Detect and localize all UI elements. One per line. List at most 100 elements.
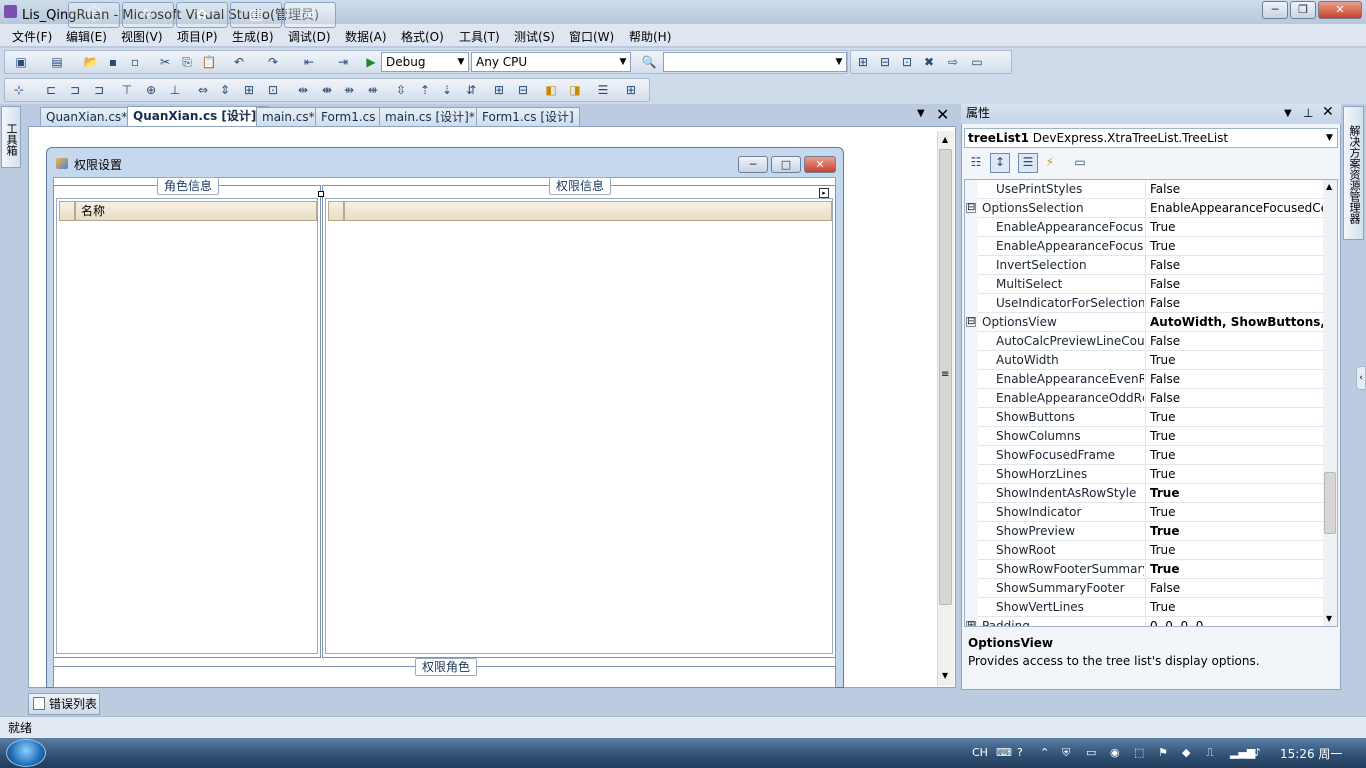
property-value[interactable]: AutoWidth, ShowButtons, Sh [1145, 313, 1323, 332]
tab-quanxian-cs[interactable]: QuanXian.cs* [40, 107, 134, 127]
property-value[interactable]: 0, 0, 0, 0 [1145, 617, 1323, 626]
scrollbar-thumb[interactable] [1324, 472, 1336, 534]
property-row[interactable]: ShowPreview True [965, 522, 1325, 541]
error-list-tab[interactable]: 错误列表 [28, 693, 100, 715]
undo-icon[interactable]: ↶ [231, 54, 247, 70]
property-row[interactable]: ShowFocusedFrame True [965, 446, 1325, 465]
categorized-icon[interactable]: ☷ [968, 154, 984, 170]
vertical-spacing-icon[interactable]: ⇳ [393, 82, 409, 98]
menu-tools[interactable]: 工具(T) [459, 28, 500, 45]
properties-view-icon[interactable]: ☰ [1018, 153, 1038, 173]
volume-icon[interactable]: ♪ [1254, 746, 1261, 759]
align-to-grid-icon[interactable]: ⊹ [11, 82, 27, 98]
role-treelist[interactable]: 名称 [56, 198, 318, 654]
property-row[interactable]: ShowHorzLines True [965, 465, 1325, 484]
close-document-icon[interactable]: ✕ [936, 105, 949, 124]
ime-indicator[interactable]: CH [972, 746, 988, 759]
bring-to-front-icon[interactable]: ◧ [543, 82, 559, 98]
align-lefts-icon[interactable]: ⊏ [43, 82, 59, 98]
start-page-icon[interactable]: ⇨ [945, 54, 961, 70]
property-row[interactable]: UsePrintStyles False [965, 180, 1325, 199]
menu-build[interactable]: 生成(B) [232, 28, 274, 45]
property-value[interactable]: True [1145, 503, 1323, 522]
decrease-h-spacing-icon[interactable]: ⇻ [341, 82, 357, 98]
collapse-icon[interactable]: ⊟ [966, 203, 976, 213]
lock-controls-icon[interactable]: ⊞ [623, 82, 639, 98]
scroll-up-icon[interactable]: ▲ [1326, 182, 1332, 191]
chevron-down-icon[interactable]: ▼ [616, 53, 630, 71]
scroll-up-icon[interactable]: ▲ [942, 135, 948, 144]
make-same-size-icon[interactable]: ⊞ [241, 82, 257, 98]
ie-taskbar-icon[interactable]: ⓔ [68, 2, 120, 28]
property-row[interactable]: ShowIndicator True [965, 503, 1325, 522]
pin-icon[interactable]: ⊥ [1303, 104, 1313, 123]
property-value[interactable]: True [1145, 237, 1323, 256]
property-value[interactable]: False [1145, 332, 1323, 351]
permission-treelist[interactable] [325, 198, 833, 654]
property-value[interactable]: False [1145, 275, 1323, 294]
security-icon[interactable]: ⛨ [1062, 746, 1070, 760]
property-row[interactable]: ShowButtons True [965, 408, 1325, 427]
tab-main-cs[interactable]: main.cs* [256, 107, 321, 127]
make-same-height-icon[interactable]: ⇕ [217, 82, 233, 98]
keyboard-icon[interactable]: ⌨ [996, 746, 1012, 759]
smart-tag-icon[interactable]: ▸ [819, 188, 829, 198]
increase-h-spacing-icon[interactable]: ⇼ [319, 82, 335, 98]
menu-view[interactable]: 视图(V) [121, 28, 163, 45]
property-row[interactable]: ⊟ OptionsSelection EnableAppearanceFocused… [965, 199, 1325, 218]
tray-expand-icon[interactable]: ⌃ [1040, 746, 1049, 759]
command-window-icon[interactable]: ▭ [969, 54, 985, 70]
menu-data[interactable]: 数据(A) [345, 28, 387, 45]
maximize-button[interactable]: ❐ [1290, 1, 1316, 19]
align-middles-icon[interactable]: ⊕ [143, 82, 159, 98]
designer-vertical-scrollbar[interactable]: ▲ ≡ ▼ [937, 131, 954, 686]
start-debugging-icon[interactable]: ▶ [363, 54, 379, 70]
start-button[interactable] [6, 739, 46, 767]
property-value[interactable]: False [1145, 389, 1323, 408]
property-row[interactable]: MultiSelect False [965, 275, 1325, 294]
property-row[interactable]: UseIndicatorForSelection False [965, 294, 1325, 313]
scroll-down-icon[interactable]: ▼ [942, 671, 948, 680]
panel-dropdown-icon[interactable]: ▼ [1284, 104, 1292, 123]
open-file-icon[interactable]: 📂 [83, 54, 99, 70]
property-value[interactable]: True [1145, 598, 1323, 617]
properties-window-icon[interactable]: ⊟ [877, 54, 893, 70]
network-app-icon[interactable]: ⬚ [1134, 746, 1144, 759]
tab-form1-design[interactable]: Form1.cs [设计] [476, 107, 580, 127]
property-value[interactable]: True [1145, 465, 1323, 484]
monitor-icon[interactable]: ▭ [1086, 746, 1096, 759]
tab-form1-cs[interactable]: Form1.cs [315, 107, 382, 127]
solution-explorer-tab[interactable]: 解决方案资源管理器 [1343, 106, 1364, 240]
horizontal-spacing-icon[interactable]: ⇹ [295, 82, 311, 98]
chevron-down-icon[interactable]: ▼ [454, 53, 468, 71]
toolbox-icon[interactable]: ✖ [921, 54, 937, 70]
chevron-down-icon[interactable]: ▼ [1326, 129, 1333, 147]
property-row[interactable]: EnableAppearanceFocuse True [965, 218, 1325, 237]
save-all-icon[interactable]: ▫ [127, 54, 143, 70]
events-icon[interactable]: ⚡ [1042, 154, 1058, 170]
menu-format[interactable]: 格式(O) [401, 28, 444, 45]
property-row[interactable]: ShowColumns True [965, 427, 1325, 446]
menu-help[interactable]: 帮助(H) [629, 28, 671, 45]
center-horizontally-icon[interactable]: ⊞ [491, 82, 507, 98]
property-value[interactable]: True [1145, 446, 1323, 465]
property-row[interactable]: ShowRoot True [965, 541, 1325, 560]
make-same-width-icon[interactable]: ⇔ [195, 82, 211, 98]
menu-project[interactable]: 项目(P) [177, 28, 218, 45]
property-row[interactable]: ShowSummaryFooter False [965, 579, 1325, 598]
close-panel-icon[interactable]: ✕ [1322, 103, 1334, 122]
solution-config-combo[interactable]: Debug ▼ [381, 52, 469, 72]
column-header-blank[interactable] [344, 201, 832, 221]
menu-edit[interactable]: 编辑(E) [66, 28, 107, 45]
qq-icon[interactable]: ◉ [1110, 746, 1120, 759]
property-value[interactable]: True [1145, 522, 1323, 541]
copy-icon[interactable]: ⎘ [179, 54, 195, 70]
property-row[interactable]: ShowRowFooterSummary True [965, 560, 1325, 579]
alphabetical-icon[interactable]: ↕ [990, 153, 1010, 173]
align-rights-icon[interactable]: ⊐ [91, 82, 107, 98]
property-value[interactable]: False [1145, 370, 1323, 389]
property-value[interactable]: False [1145, 180, 1323, 199]
menu-debug[interactable]: 调试(D) [288, 28, 331, 45]
property-value[interactable]: True [1145, 541, 1323, 560]
property-row[interactable]: EnableAppearanceEvenRc False [965, 370, 1325, 389]
